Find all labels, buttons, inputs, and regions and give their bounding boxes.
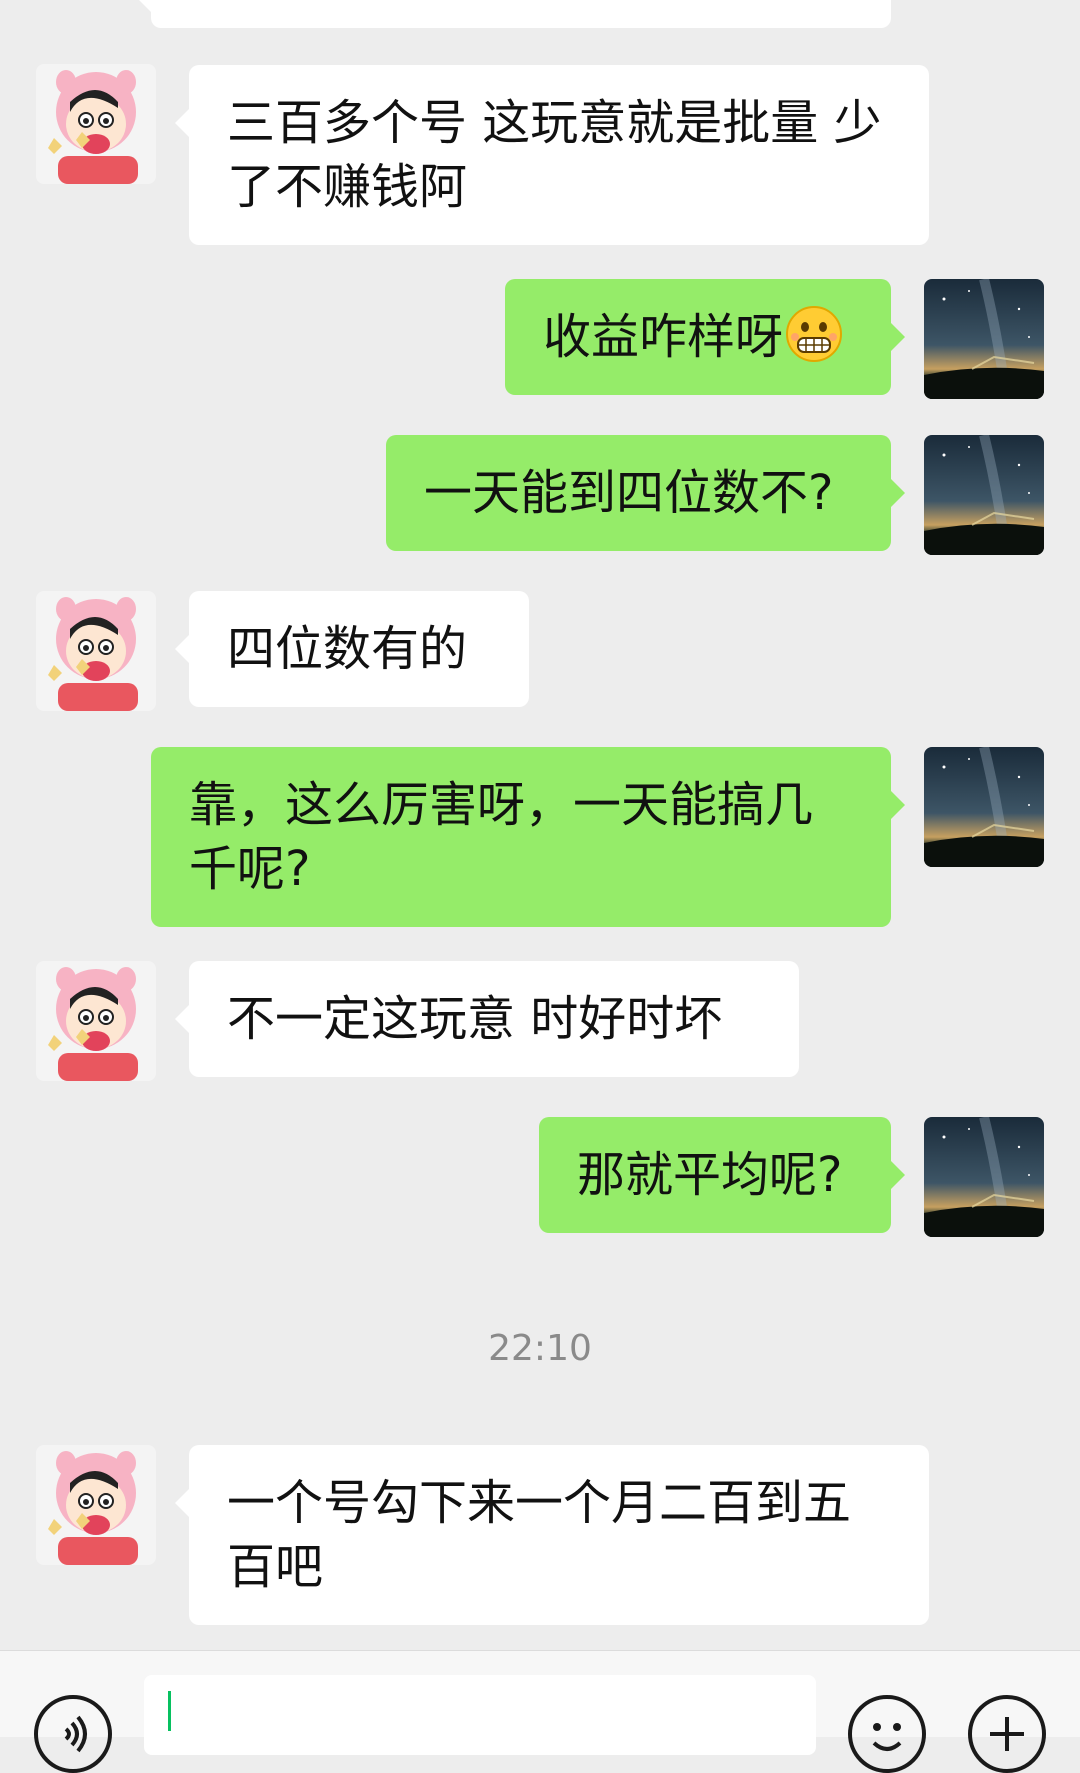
message-bubble[interactable]: 一个号勾下来一个月二百到五百吧 (175, 1445, 929, 1625)
message-bubble[interactable]: 四位数有的 (175, 591, 529, 707)
message-text: 靠，这么厉害呀，一天能搞几千呢? (189, 777, 814, 897)
emoji-button[interactable] (848, 1695, 926, 1773)
peer-avatar[interactable] (36, 591, 156, 711)
peer-avatar[interactable] (36, 1445, 156, 1565)
peer-avatar[interactable] (36, 64, 156, 184)
message-bubble[interactable]: 一天能到四位数不? (386, 435, 905, 551)
voice-button[interactable] (34, 1695, 112, 1773)
message-text: 那就平均呢? (577, 1147, 843, 1203)
message-bubble[interactable]: 不一定这玩意 时好时坏 (175, 961, 799, 1077)
message-bubble[interactable]: 靠，这么厉害呀，一天能搞几千呢? (151, 747, 905, 927)
message-input[interactable] (144, 1675, 816, 1755)
input-bar (0, 1650, 1080, 1773)
chat-area[interactable]: 三百多个号 这玩意就是批量 少了不赚钱阿 收益咋样呀 一天能到四位数不? 四位数… (0, 0, 1080, 1650)
message-text: 不一定这玩意 时好时坏 (227, 991, 723, 1047)
night-sky-avatar-icon (924, 435, 1044, 555)
message-text: 一个号勾下来一个月二百到五百吧 (227, 1475, 852, 1595)
cartoon-avatar-icon (36, 591, 156, 711)
self-avatar[interactable] (924, 747, 1044, 867)
message-text: 收益咋样呀 (543, 309, 784, 365)
message-text: 一天能到四位数不? (424, 465, 834, 521)
message-bubble-previous[interactable] (137, 0, 891, 28)
message-bubble[interactable]: 三百多个号 这玩意就是批量 少了不赚钱阿 (175, 65, 929, 245)
night-sky-avatar-icon (924, 279, 1044, 399)
self-avatar[interactable] (924, 1117, 1044, 1237)
night-sky-avatar-icon (924, 747, 1044, 867)
grinning-face-emoji-icon (786, 306, 843, 362)
voice-icon (64, 1715, 87, 1753)
emoji-icon (872, 1723, 902, 1751)
cartoon-avatar-icon (36, 1445, 156, 1565)
cartoon-avatar-icon (36, 64, 156, 184)
text-cursor (168, 1691, 171, 1731)
message-bubble[interactable]: 收益咋样呀 (505, 279, 905, 395)
self-avatar[interactable] (924, 435, 1044, 555)
message-text: 三百多个号 这玩意就是批量 少了不赚钱阿 (227, 95, 882, 215)
cartoon-avatar-icon (36, 961, 156, 1081)
self-avatar[interactable] (924, 279, 1044, 399)
peer-avatar[interactable] (36, 961, 156, 1081)
plus-icon (990, 1717, 1024, 1751)
night-sky-avatar-icon (924, 1117, 1044, 1237)
message-bubble[interactable]: 那就平均呢? (539, 1117, 905, 1233)
plus-button[interactable] (968, 1695, 1046, 1773)
message-text: 四位数有的 (227, 621, 468, 677)
message-timestamp: 22:10 (488, 1328, 592, 1369)
